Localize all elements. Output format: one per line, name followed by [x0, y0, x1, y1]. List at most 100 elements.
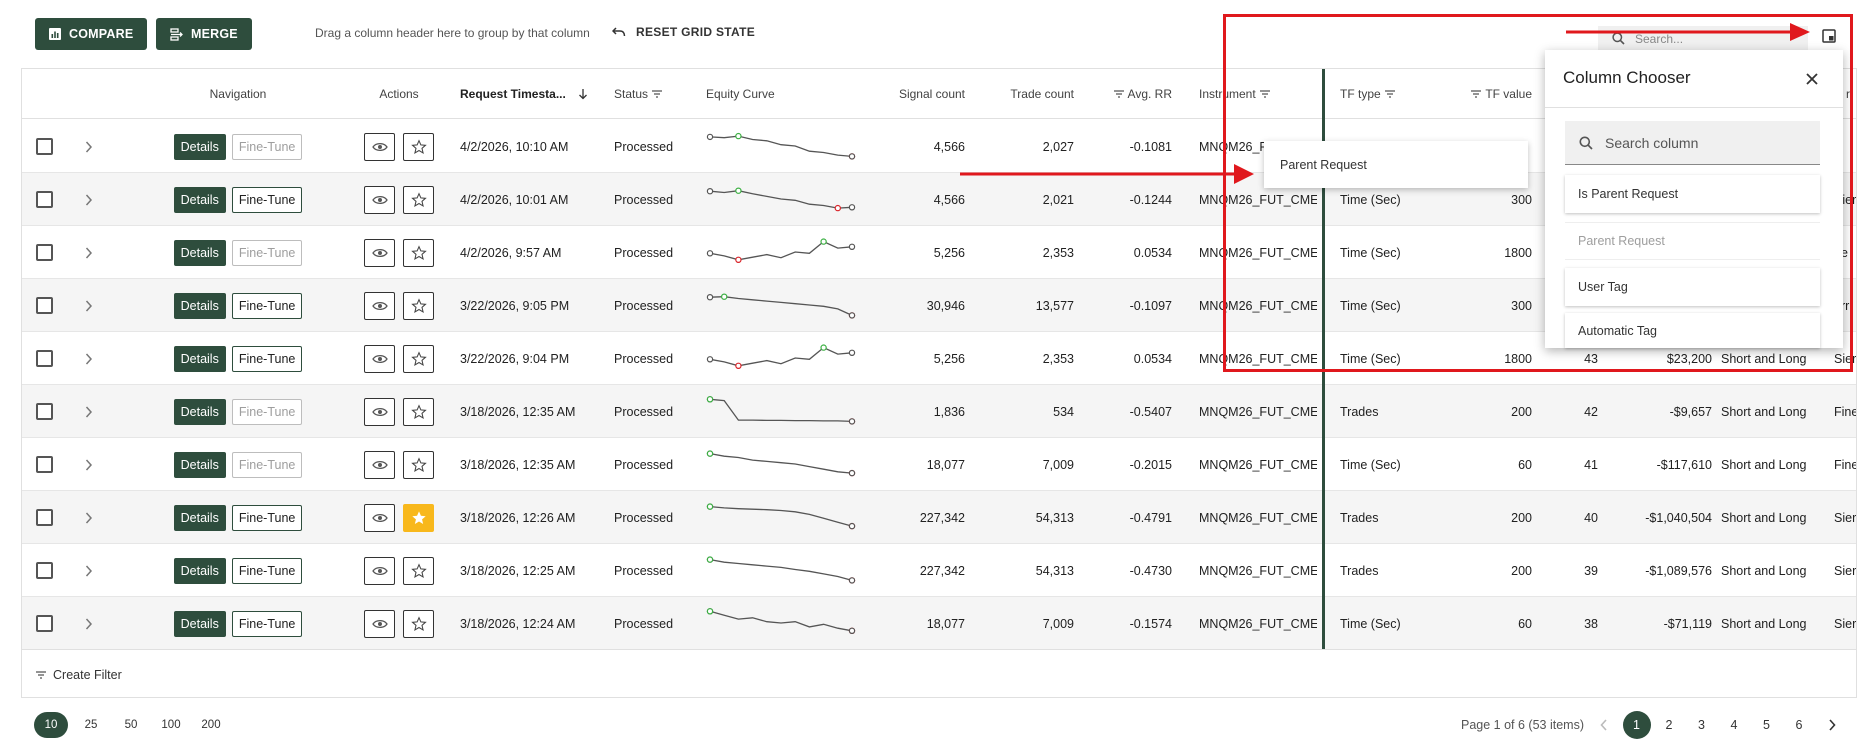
- details-button[interactable]: Details: [173, 504, 226, 531]
- details-button[interactable]: Details: [173, 398, 226, 425]
- page-number-button[interactable]: 4: [1720, 711, 1748, 739]
- expand-row-button[interactable]: [79, 279, 99, 332]
- page-number-button[interactable]: 2: [1655, 711, 1683, 739]
- view-button[interactable]: [364, 397, 395, 426]
- expand-row-button[interactable]: [79, 491, 99, 544]
- fine-tune-button[interactable]: Fine-Tune: [231, 186, 303, 213]
- view-button[interactable]: [364, 132, 395, 161]
- page-size-option[interactable]: 25: [74, 712, 108, 738]
- fine-tune-button[interactable]: Fine-Tune: [231, 610, 303, 637]
- request-timestamp-cell: 3/18/2026, 12:35 AM: [460, 457, 576, 472]
- details-button[interactable]: Details: [173, 345, 226, 372]
- row-checkbox[interactable]: [36, 456, 53, 473]
- compare-button[interactable]: COMPARE: [35, 18, 148, 50]
- row-checkbox[interactable]: [36, 350, 53, 367]
- favorite-button[interactable]: [403, 609, 434, 638]
- details-button[interactable]: Details: [173, 133, 226, 160]
- actions-cell: [357, 385, 441, 438]
- equity-curve-cell: [706, 544, 866, 597]
- favorite-button[interactable]: [403, 397, 434, 426]
- expand-row-button[interactable]: [79, 385, 99, 438]
- fine-tune-button[interactable]: Fine-Tune: [231, 504, 303, 531]
- view-button[interactable]: [364, 291, 395, 320]
- row-checkbox-cell: [36, 385, 56, 438]
- fine-tune-button[interactable]: Fine-Tune: [231, 292, 303, 319]
- reset-grid-state-button[interactable]: RESET GRID STATE: [612, 25, 755, 39]
- header-equity-curve[interactable]: Equity Curve: [706, 69, 826, 119]
- id-cell: 41: [1584, 457, 1598, 472]
- trade-count-cell: 7,009: [1042, 457, 1074, 472]
- expand-row-button[interactable]: [79, 332, 99, 385]
- group-panel-hint[interactable]: Drag a column header here to group by th…: [315, 26, 590, 40]
- row-checkbox[interactable]: [36, 403, 53, 420]
- details-button[interactable]: Details: [173, 186, 226, 213]
- favorite-button[interactable]: [403, 185, 434, 214]
- fine-tune-button[interactable]: Fine-Tune: [231, 451, 303, 478]
- expand-row-button[interactable]: [79, 173, 99, 226]
- header-actions[interactable]: Actions: [357, 69, 441, 119]
- view-button[interactable]: [364, 238, 395, 267]
- view-button[interactable]: [364, 556, 395, 585]
- details-button[interactable]: Details: [173, 239, 226, 266]
- favorite-button[interactable]: [403, 556, 434, 585]
- create-filter-button[interactable]: Create Filter: [22, 649, 1856, 697]
- view-button[interactable]: [364, 185, 395, 214]
- header-trade-count[interactable]: Trade count: [977, 69, 1074, 119]
- page-number-button[interactable]: 1: [1622, 711, 1651, 739]
- fine-tune-button[interactable]: Fine-Tune: [231, 398, 303, 425]
- favorite-button[interactable]: [403, 503, 434, 532]
- page-size-option[interactable]: 200: [194, 712, 228, 738]
- details-button[interactable]: Details: [173, 557, 226, 584]
- expand-row-button[interactable]: [79, 226, 99, 279]
- favorite-button[interactable]: [403, 450, 434, 479]
- view-button[interactable]: [364, 450, 395, 479]
- favorite-button[interactable]: [403, 238, 434, 267]
- fine-tune-button[interactable]: Fine-Tune: [231, 133, 303, 160]
- row-checkbox[interactable]: [36, 297, 53, 314]
- row-checkbox[interactable]: [36, 562, 53, 579]
- row-checkbox[interactable]: [36, 244, 53, 261]
- details-button[interactable]: Details: [173, 292, 226, 319]
- status-cell: Processed: [614, 510, 674, 525]
- favorite-button[interactable]: [403, 344, 434, 373]
- pagination: 123456: [1590, 711, 1850, 739]
- header-avg-rr[interactable]: Avg. RR: [1078, 69, 1172, 119]
- avg-rr-cell: -0.2015: [1129, 457, 1172, 472]
- page-number-button[interactable]: 6: [1785, 711, 1813, 739]
- fine-tune-button[interactable]: Fine-Tune: [231, 557, 303, 584]
- expand-row-button[interactable]: [79, 544, 99, 597]
- equity-curve-cell: [706, 173, 866, 226]
- details-button[interactable]: Details: [173, 610, 226, 637]
- prev-page-button[interactable]: [1590, 711, 1618, 739]
- header-signal-count[interactable]: Signal count: [868, 69, 965, 119]
- page-size-option[interactable]: 50: [114, 712, 148, 738]
- page-size-option[interactable]: 100: [154, 712, 188, 738]
- filter-icon[interactable]: [1113, 90, 1124, 98]
- favorite-button[interactable]: [403, 291, 434, 320]
- header-navigation[interactable]: Navigation: [152, 69, 324, 119]
- view-button[interactable]: [364, 503, 395, 532]
- page-number-button[interactable]: 3: [1688, 711, 1716, 739]
- view-button[interactable]: [364, 609, 395, 638]
- expand-row-button[interactable]: [79, 438, 99, 491]
- row-checkbox[interactable]: [36, 615, 53, 632]
- row-checkbox[interactable]: [36, 138, 53, 155]
- fine-tune-button[interactable]: Fine-Tune: [231, 345, 303, 372]
- signal-count-cell: 1,836: [933, 404, 965, 419]
- header-status[interactable]: Status: [614, 69, 704, 119]
- trade-count-cell: 13,577: [1035, 298, 1074, 313]
- merge-button[interactable]: MERGE: [156, 18, 252, 50]
- next-page-button[interactable]: [1818, 711, 1846, 739]
- page-size-option[interactable]: 10: [34, 712, 68, 738]
- details-button[interactable]: Details: [173, 451, 226, 478]
- view-button[interactable]: [364, 344, 395, 373]
- favorite-button[interactable]: [403, 132, 434, 161]
- row-checkbox[interactable]: [36, 509, 53, 526]
- row-checkbox[interactable]: [36, 191, 53, 208]
- expand-row-button[interactable]: [79, 120, 99, 173]
- expand-row-button[interactable]: [79, 597, 99, 650]
- fine-tune-button[interactable]: Fine-Tune: [231, 239, 303, 266]
- header-request-timestamp[interactable]: Request Timesta...: [460, 69, 610, 119]
- filter-icon[interactable]: [652, 90, 663, 98]
- page-number-button[interactable]: 5: [1753, 711, 1781, 739]
